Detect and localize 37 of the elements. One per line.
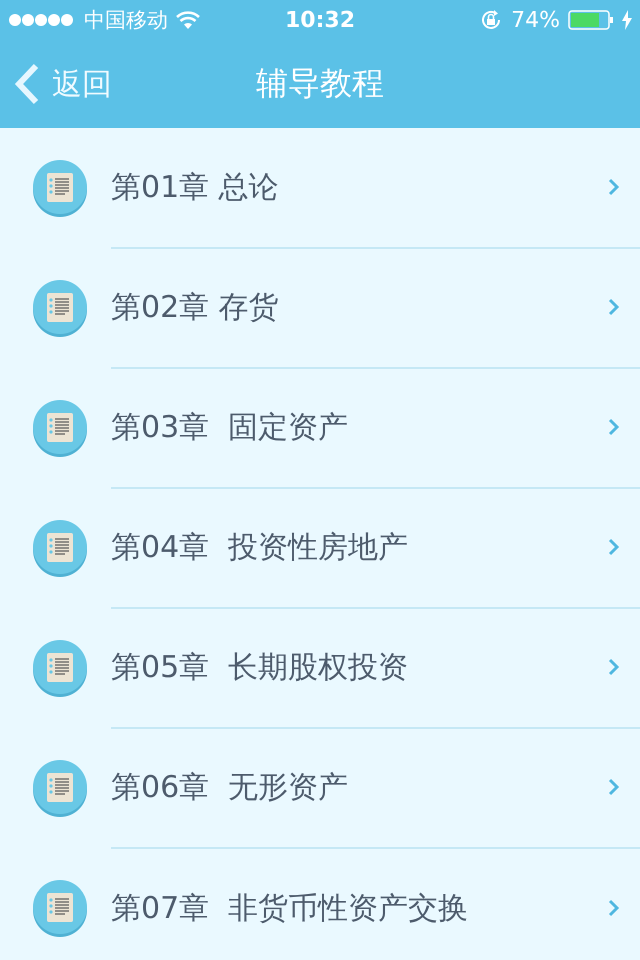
battery-icon: [568, 10, 614, 30]
charging-icon: [622, 10, 632, 30]
document-icon: [31, 399, 89, 457]
chevron-right-icon: [608, 778, 620, 796]
chapter-item[interactable]: 第03章 固定资产: [0, 368, 640, 488]
wifi-icon: [176, 11, 200, 29]
document-icon: [31, 279, 89, 337]
chapter-title: 第07章 非货币性资产交换: [111, 890, 468, 928]
document-icon: [31, 519, 89, 577]
chapter-title: 第04章 投资性房地产: [111, 528, 408, 566]
status-time: 10:32: [284, 8, 356, 32]
chapter-item[interactable]: 第02章 存货: [0, 248, 640, 368]
chevron-right-icon: [608, 178, 620, 196]
chapter-item[interactable]: 第06章 无形资产: [0, 728, 640, 848]
document-icon: [31, 759, 89, 817]
signal-icon: [8, 13, 76, 27]
document-icon: [31, 159, 89, 217]
chevron-right-icon: [608, 418, 620, 436]
chapter-item[interactable]: 第05章 长期股权投资: [0, 608, 640, 728]
chevron-right-icon: [608, 658, 620, 676]
document-icon: [31, 879, 89, 937]
chapter-title: 第01章 总论: [111, 168, 279, 206]
carrier-name: 中国移动: [84, 7, 168, 34]
screen-title: 辅导教程: [256, 63, 384, 104]
chevron-right-icon: [608, 298, 620, 316]
chevron-right-icon: [608, 538, 620, 556]
chapter-title: 第02章 存货: [111, 288, 279, 326]
battery-percentage: 74%: [511, 8, 560, 32]
chapter-item[interactable]: 第07章 非货币性资产交换: [0, 848, 640, 960]
document-icon: [31, 639, 89, 697]
chapter-title: 第05章 长期股权投资: [111, 648, 408, 686]
chapter-title: 第06章 无形资产: [111, 768, 348, 806]
chevron-left-icon: [14, 63, 40, 105]
chevron-right-icon: [608, 899, 620, 917]
chapter-item[interactable]: 第04章 投资性房地产: [0, 488, 640, 608]
chapter-item[interactable]: 第01章 总论: [0, 128, 640, 248]
chapter-title: 第03章 固定资产: [111, 408, 348, 446]
